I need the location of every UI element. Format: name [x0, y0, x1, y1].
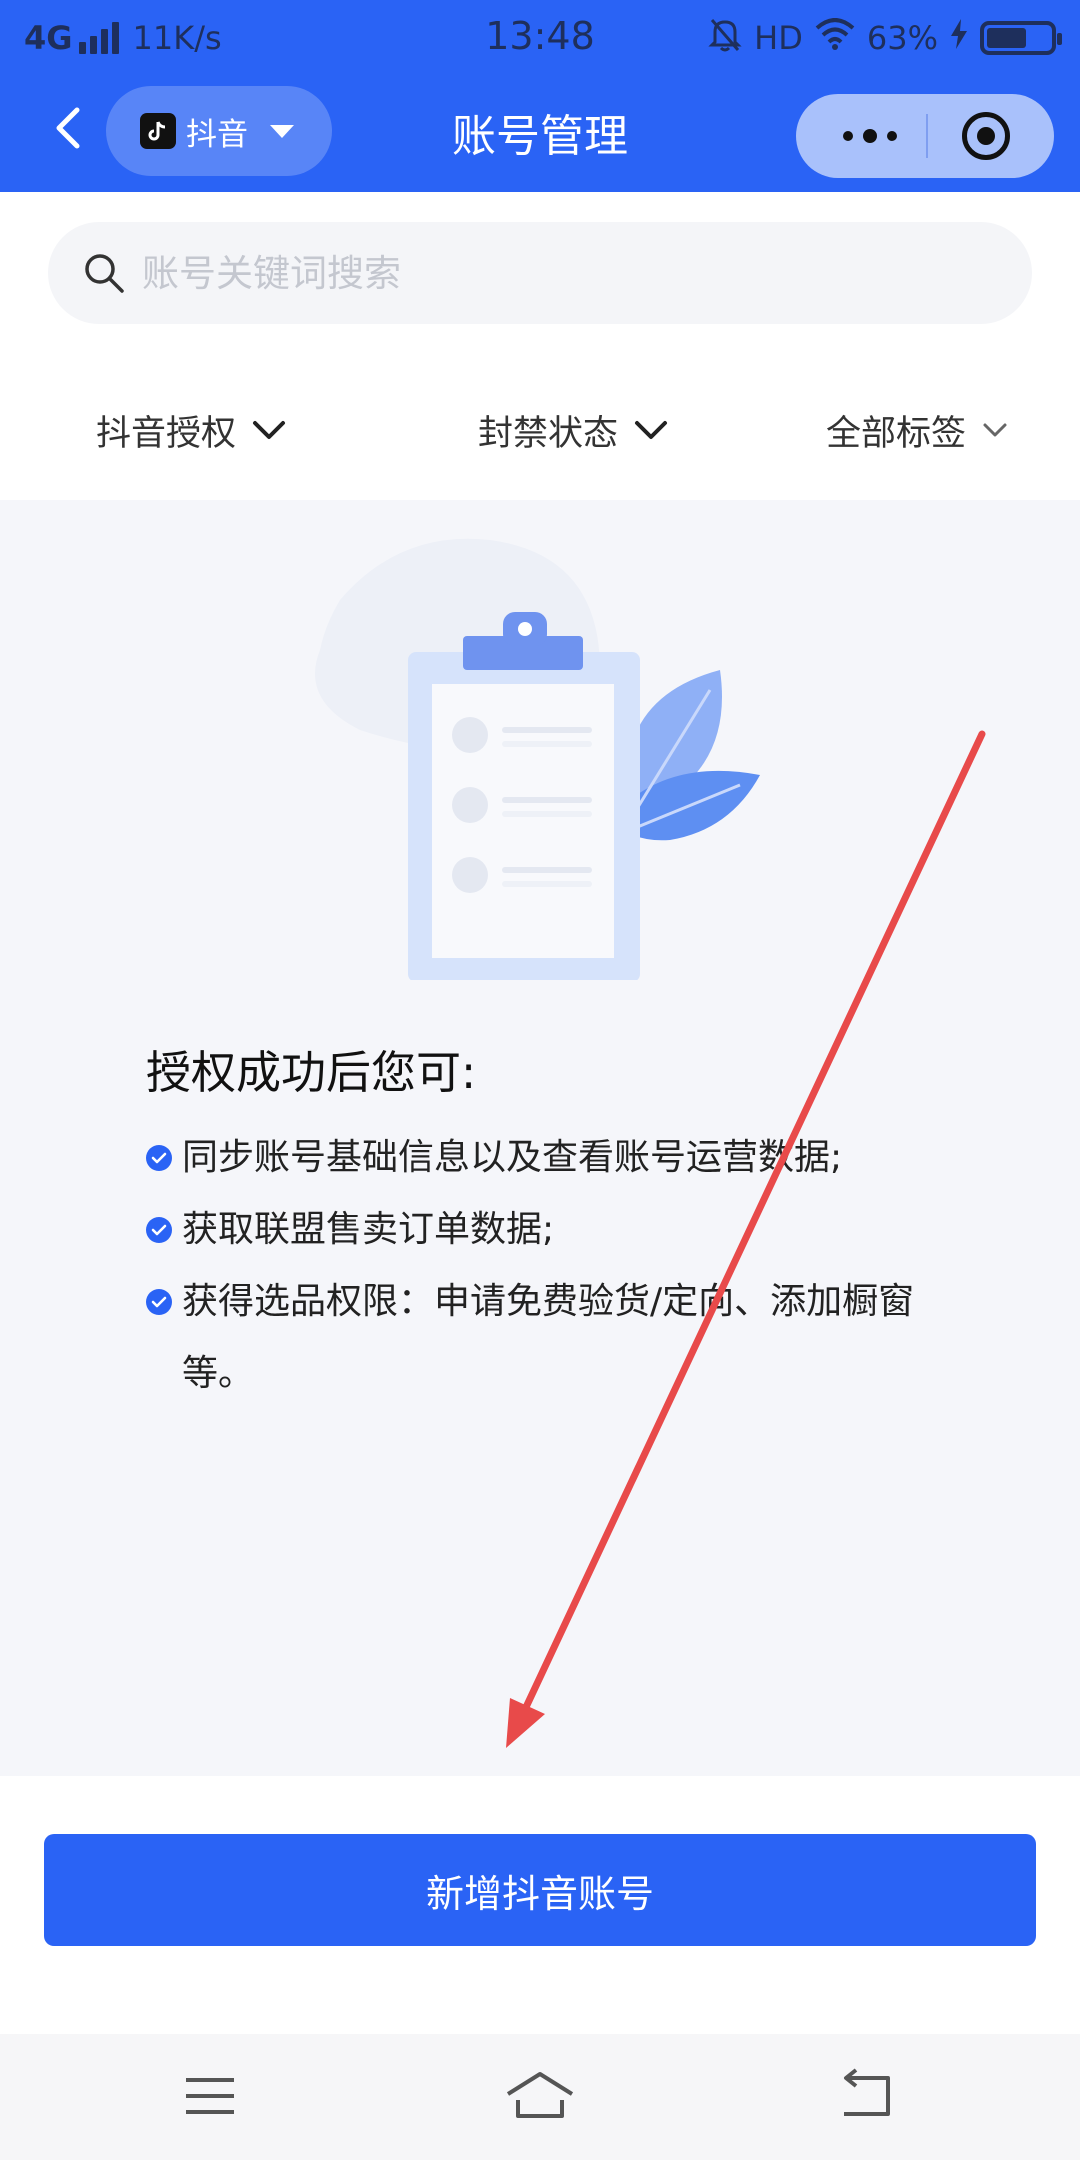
info-title: 授权成功后您可:: [146, 1046, 477, 1099]
app-header: 4G 11K/s 13:48 HD 63% 抖音 账号管理: [0, 0, 1080, 192]
search-input[interactable]: [142, 251, 1002, 295]
tiktok-logo-icon: [140, 113, 176, 149]
info-item: 获取联盟售卖订单数据;: [146, 1194, 962, 1266]
wifi-icon: [815, 18, 855, 58]
search-box: [48, 222, 1032, 324]
back-button[interactable]: [44, 100, 92, 156]
search-icon: [85, 254, 124, 293]
caret-down-icon: [270, 124, 294, 138]
title-bar: 抖音 账号管理: [0, 76, 1080, 192]
platform-label: 抖音: [186, 116, 248, 153]
battery-fill: [987, 28, 1027, 48]
filter-label: 抖音授权: [96, 413, 237, 454]
info-item-text: 同步账号基础信息以及查看账号运营数据;: [182, 1137, 843, 1178]
filter-ban-status[interactable]: 封禁状态: [478, 400, 668, 460]
mute-bell-icon: [708, 16, 742, 60]
clipboard-illustration: [315, 538, 760, 980]
hd-label: HD: [754, 19, 803, 57]
miniprogram-capsule: [796, 94, 1054, 178]
charging-icon: [950, 19, 968, 57]
close-miniprogram-button[interactable]: [962, 112, 1010, 160]
check-circle-icon: [146, 1217, 172, 1243]
filter-label: 封禁状态: [478, 413, 619, 454]
filter-authorization[interactable]: 抖音授权: [96, 400, 286, 460]
add-account-button[interactable]: 新增抖音账号: [44, 1834, 1036, 1946]
battery-percent: 63%: [866, 19, 938, 57]
empty-state: 授权成功后您可: 同步账号基础信息以及查看账号运营数据; 获取联盟售卖订单数据;…: [0, 500, 1080, 1776]
status-right: HD 63%: [696, 14, 1062, 62]
menu-icon[interactable]: [170, 2064, 250, 2128]
capsule-divider: [926, 114, 928, 158]
info-item: 获得选品权限：申请免费验货/定向、添加橱窗等。: [146, 1266, 962, 1410]
info-item: 同步账号基础信息以及查看账号运营数据;: [146, 1122, 962, 1194]
system-nav-bar: [0, 2034, 1080, 2160]
info-item-text: 获得选品权限：申请免费验货/定向、添加橱窗等。: [182, 1281, 915, 1394]
filter-tags[interactable]: 全部标签: [826, 400, 1008, 460]
check-circle-icon: [146, 1289, 172, 1315]
filter-label: 全部标签: [826, 413, 967, 454]
chevron-down-icon: [635, 421, 668, 439]
chevron-left-icon: [56, 107, 80, 149]
info-item-text: 获取联盟售卖订单数据;: [182, 1209, 555, 1250]
status-bar: 4G 11K/s 13:48 HD 63%: [0, 0, 1080, 76]
home-icon[interactable]: [500, 2064, 580, 2128]
chevron-down-icon: [983, 423, 1007, 437]
chevron-down-icon: [253, 421, 286, 439]
check-circle-icon: [146, 1145, 172, 1171]
platform-selector[interactable]: 抖音: [106, 86, 332, 176]
back-nav-icon[interactable]: [828, 2064, 908, 2128]
battery-icon: [980, 21, 1062, 55]
more-button[interactable]: [820, 94, 920, 178]
